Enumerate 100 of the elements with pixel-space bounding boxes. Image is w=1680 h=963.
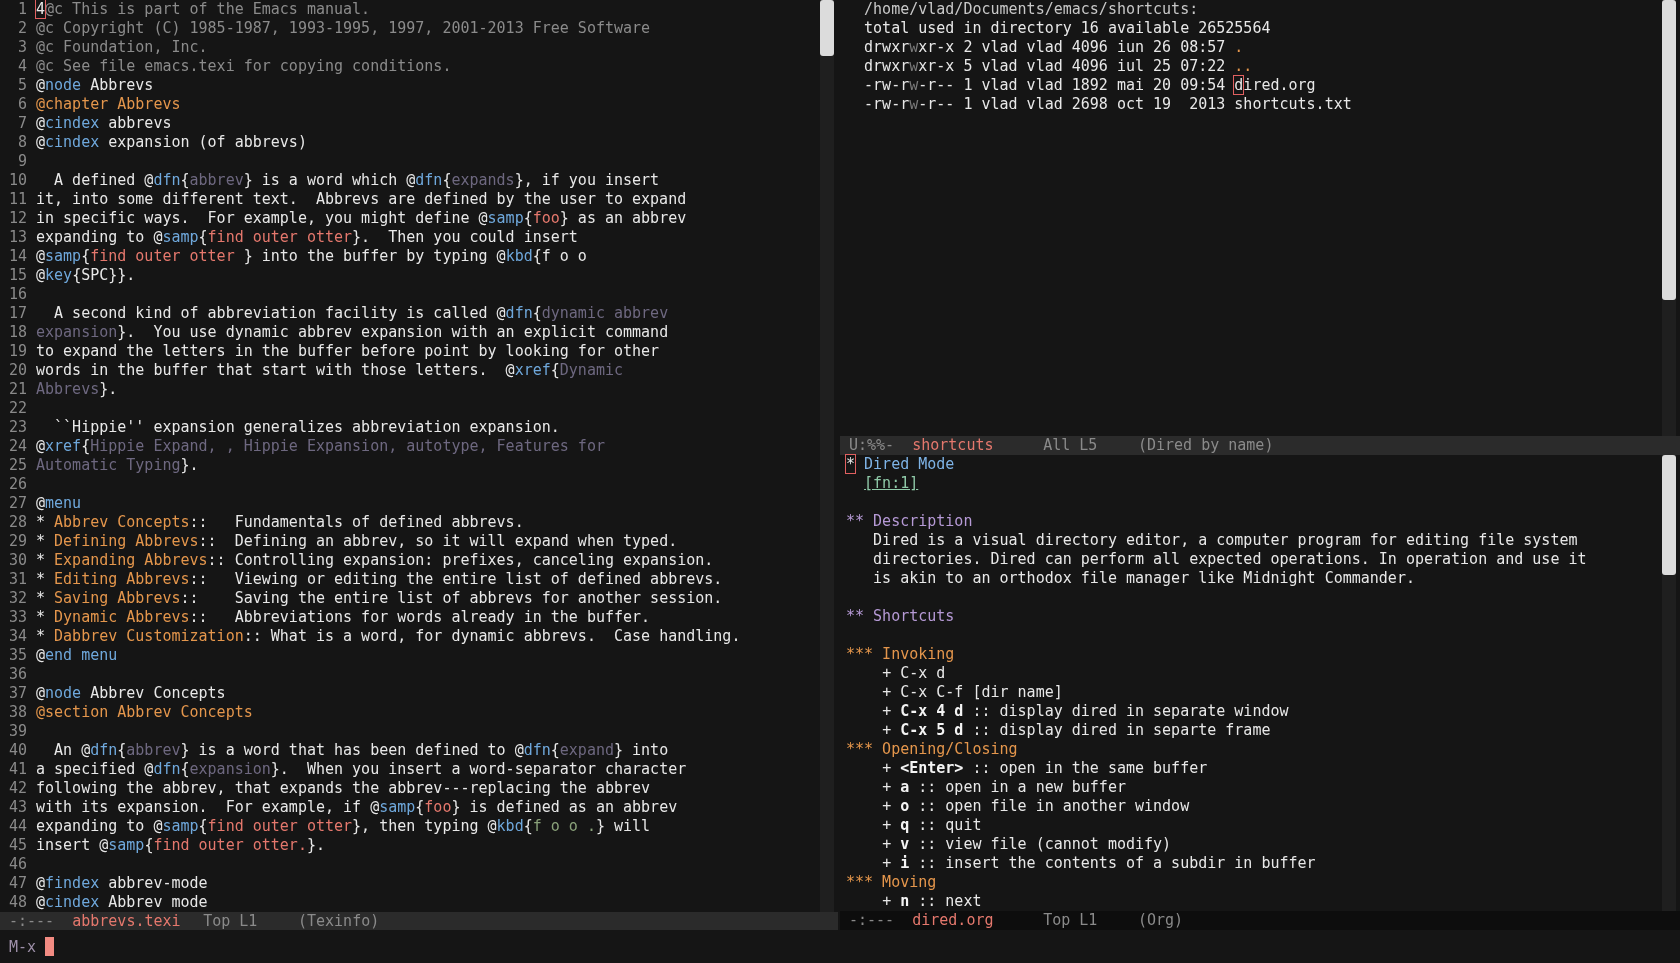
code-line: directories. Dired can perform all expected operations. In operation and use it — [872, 550, 1587, 569]
code-line: *** Moving — [846, 873, 937, 892]
line-number: 42 — [7, 779, 27, 798]
modeline-position: Top L1 — [203, 912, 259, 931]
line-number: 38 — [7, 703, 27, 722]
code-line: drwxrwxr-x 2 vlad vlad 4096 iun 26 08:57 . — [863, 38, 1244, 57]
code-line: + v :: view file (cannot modify) — [881, 835, 1172, 854]
line-number: 43 — [7, 798, 27, 817]
code-line: @menu — [36, 494, 82, 513]
code-line: * Dired Mode — [846, 455, 955, 474]
line-number: 34 — [7, 627, 27, 646]
code-line: -rw-rw-r-- 1 vlad vlad 2698 oct 19 2013 shortcuts.txt — [863, 95, 1352, 114]
line-number: 9 — [16, 152, 27, 171]
line-number: 35 — [7, 646, 27, 665]
code-line: *** Invoking — [846, 645, 955, 664]
line-number: 37 — [7, 684, 27, 703]
line-number: 36 — [7, 665, 27, 684]
code-line: @xref{Hippie Expand, , Hippie Expansion, autotype, Features for — [36, 437, 605, 456]
code-line: @c Copyright (C) 1985-1987, 1993-1995, 1997, 2001-2013 Free Software — [36, 19, 651, 38]
line-number: 4 — [16, 57, 27, 76]
code-line: Abbrevs}. — [36, 380, 118, 399]
scrollbar[interactable] — [1662, 455, 1676, 911]
buffer-name: abbrevs.texi — [72, 912, 182, 931]
code-line: * Defining Abbrevs:: Defining an abbrev, so it will expand when typed. — [36, 532, 678, 551]
minibuffer-prompt: M-x — [9, 937, 37, 956]
code-line: a specified @dfn{expansion}. When you insert a word-separator character — [36, 760, 687, 779]
line-number: 11 — [7, 190, 27, 209]
line-number: 5 — [16, 76, 27, 95]
code-line: + q :: quit — [881, 816, 982, 835]
code-line: * Dynamic Abbrevs:: Abbreviations for words already in the buffer. — [36, 608, 651, 627]
line-number: 27 — [7, 494, 27, 513]
line-number: 21 — [7, 380, 27, 399]
code-line: ``Hippie'' expansion generalizes abbreviation expansion. — [53, 418, 560, 437]
line-number: 8 — [16, 133, 27, 152]
scrollbar-thumb[interactable] — [1662, 455, 1676, 575]
scrollbar[interactable] — [820, 0, 834, 912]
code-line: An @dfn{abbrev} is a word that has been defined to @dfn{expand} into — [53, 741, 669, 760]
code-line: @cindex Abbrev mode — [36, 893, 208, 912]
code-line: is akin to an orthodox file manager like Midnight Commander. — [872, 569, 1415, 588]
code-line: @c See file emacs.texi for copying conditions. — [36, 57, 452, 76]
code-line: *** Opening/Closing — [846, 740, 1018, 759]
code-line: + o :: open file in another window — [881, 797, 1190, 816]
code-line: -rw-rw-r-- 1 vlad vlad 1892 mai 20 09:54 dired.org — [863, 76, 1316, 95]
line-number: 13 — [7, 228, 27, 247]
code-line: in specific ways. For example, you might define @samp{foo} as an abbrev — [36, 209, 687, 228]
line-number: 20 — [7, 361, 27, 380]
code-line: Dired is a visual directory editor, a computer program for editing file system — [872, 531, 1578, 550]
code-line: @cindex abbrevs — [36, 114, 172, 133]
scrollbar-thumb[interactable] — [1662, 0, 1676, 300]
line-number: 24 — [7, 437, 27, 456]
code-line: /home/vlad/Documents/emacs/shortcuts: — [863, 0, 1199, 19]
code-line: + n :: next — [881, 892, 982, 911]
major-mode: (Texinfo) — [297, 912, 380, 931]
code-line: expanding to @samp{find outer otter}, then typing @kbd{f o o .} will — [36, 817, 651, 836]
code-line: @samp{find outer otter } into the buffer by typing @kbd{f o o — [36, 247, 587, 266]
code-line: * Abbrev Concepts:: Fundamentals of defined abbrevs. — [36, 513, 524, 532]
line-number: 44 — [7, 817, 27, 836]
code-line: following the abbrev, that expands the abbrev---replacing the abbrev — [36, 779, 651, 798]
line-number: 39 — [7, 722, 27, 741]
modeline-status: -:--- — [849, 911, 896, 930]
line-number: 19 — [7, 342, 27, 361]
code-line: [fn:1] — [863, 474, 919, 493]
code-line: + C-x d — [881, 664, 946, 683]
line-number: 32 — [7, 589, 27, 608]
code-line: @section Abbrev Concepts — [36, 703, 253, 722]
line-number: 29 — [7, 532, 27, 551]
code-line: it, into some different text. Abbrevs are defined by the user to expand — [36, 190, 687, 209]
modeline-position: All L5 — [1043, 436, 1099, 455]
line-number: 15 — [7, 266, 27, 285]
code-line: to expand the letters in the buffer before point by looking for other — [36, 342, 660, 361]
text-cursor — [45, 937, 55, 956]
line-number: 40 — [7, 741, 27, 760]
modeline-status: -:--- — [9, 912, 56, 931]
line-number: 47 — [7, 874, 27, 893]
line-number: 31 — [7, 570, 27, 589]
code-line: @key{SPC}}. — [36, 266, 136, 285]
line-number: 14 — [7, 247, 27, 266]
code-line: + C-x 5 d :: display dired in separte frame — [881, 721, 1271, 740]
code-line: words in the buffer that start with those letters. @xref{Dynamic — [36, 361, 623, 380]
modeline-position: Top L1 — [1043, 911, 1099, 930]
code-line: Automatic Typing}. — [36, 456, 199, 475]
code-line: drwxrwxr-x 5 vlad vlad 4096 iul 25 07:22 .. — [863, 57, 1253, 76]
scrollbar-thumb[interactable] — [820, 0, 834, 56]
line-number: 25 — [7, 456, 27, 475]
major-mode: (Org) — [1137, 911, 1184, 930]
line-number: 3 — [16, 38, 27, 57]
line-number: 22 — [7, 399, 27, 418]
code-line: * Expanding Abbrevs:: Controlling expansion: prefixes, canceling expansion. — [36, 551, 714, 570]
code-line: A defined @dfn{abbrev} is a word which @dfn{expands}, if you insert — [53, 171, 660, 190]
buffer-name: dired.org — [912, 911, 995, 930]
line-number: 2 — [16, 19, 27, 38]
code-line: * Dabbrev Customization:: What is a word, for dynamic abbrevs. Case handling. — [36, 627, 741, 646]
code-line: @node Abbrev Concepts — [36, 684, 226, 703]
code-line: * Saving Abbrevs:: Saving the entire list of abbrevs for another session. — [36, 589, 723, 608]
code-line: @findex abbrev-mode — [36, 874, 208, 893]
line-number: 48 — [7, 893, 27, 912]
code-line: + i :: insert the contents of a subdir in buffer — [881, 854, 1316, 873]
scrollbar[interactable] — [1662, 0, 1676, 436]
line-number: 45 — [7, 836, 27, 855]
line-number: 18 — [7, 323, 27, 342]
